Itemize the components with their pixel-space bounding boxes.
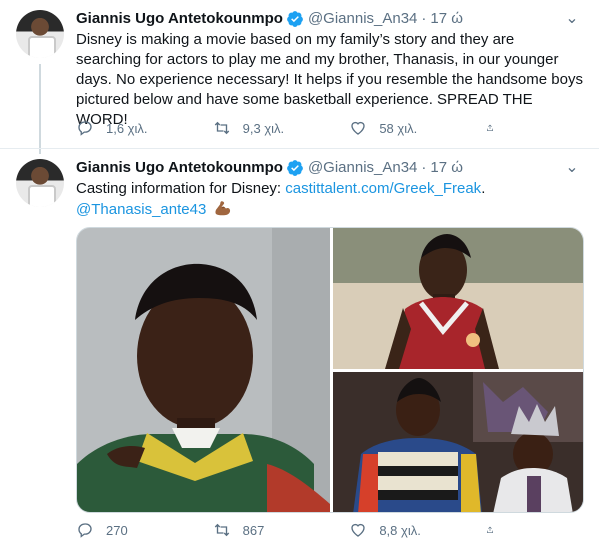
flexed-biceps-icon bbox=[215, 201, 231, 216]
author-name[interactable]: Giannis Ugo Antetokounmpo bbox=[76, 158, 283, 178]
heart-icon bbox=[351, 121, 365, 135]
reply-button[interactable]: 1,6 χιλ. bbox=[76, 119, 186, 137]
reply-button[interactable]: 270 bbox=[76, 521, 186, 539]
portrait-photo bbox=[77, 228, 330, 512]
retweet-icon bbox=[214, 121, 229, 135]
separator-dot: · bbox=[421, 10, 427, 27]
reply-count: 1,6 χιλ. bbox=[106, 120, 148, 136]
photo-basketball-jersey[interactable] bbox=[333, 228, 583, 369]
share-icon bbox=[487, 124, 493, 131]
casting-link[interactable]: castittalent.com/Greek_Freak bbox=[285, 180, 481, 197]
photo-young-giannis[interactable] bbox=[77, 228, 330, 512]
tweet-text-suffix: . bbox=[481, 180, 486, 197]
tweet[interactable]: Giannis Ugo Antetokounmpo @Giannis_An34 … bbox=[0, 0, 599, 154]
reply-count: 270 bbox=[106, 522, 128, 538]
retweet-button[interactable]: 9,3 χιλ. bbox=[213, 119, 323, 137]
retweet-button[interactable]: 867 bbox=[213, 521, 323, 539]
author-name[interactable]: Giannis Ugo Antetokounmpo bbox=[76, 9, 283, 29]
avatar[interactable] bbox=[16, 159, 64, 207]
like-button[interactable]: 58 χιλ. bbox=[349, 119, 459, 137]
reply-icon bbox=[78, 121, 92, 136]
tweet-text-prefix: Casting information for Disney: bbox=[76, 180, 286, 197]
share-button[interactable] bbox=[486, 521, 506, 539]
share-icon bbox=[487, 526, 493, 533]
author-handle[interactable]: @Giannis_An34 bbox=[308, 9, 417, 29]
basketball-photo bbox=[333, 228, 583, 369]
avatar[interactable] bbox=[16, 10, 64, 58]
author-handle[interactable]: @Giannis_An34 bbox=[308, 158, 417, 178]
heart-icon bbox=[351, 523, 365, 537]
more-options-icon[interactable]: ⌄ bbox=[563, 9, 581, 29]
like-count: 8,8 χιλ. bbox=[379, 522, 421, 538]
tweet-actions: 270 867 8,8 χιλ. bbox=[76, 521, 506, 539]
like-count: 58 χιλ. bbox=[379, 120, 418, 136]
reply-icon bbox=[78, 523, 92, 538]
thread-connector bbox=[39, 64, 41, 154]
tweet-header: Giannis Ugo Antetokounmpo @Giannis_An34 … bbox=[76, 9, 583, 29]
mention-link[interactable]: @Thanasis_ante43 bbox=[76, 201, 206, 218]
more-options-icon[interactable]: ⌄ bbox=[563, 158, 581, 178]
verified-badge-icon bbox=[287, 160, 303, 176]
photo-grid bbox=[76, 227, 584, 513]
brothers-photo bbox=[333, 372, 583, 512]
verified-badge-icon bbox=[287, 11, 303, 27]
tweet-text: Casting information for Disney: castitta… bbox=[76, 179, 583, 220]
retweet-icon bbox=[214, 523, 229, 537]
tweet-actions: 1,6 χιλ. 9,3 χιλ. 58 χιλ. bbox=[76, 119, 506, 137]
like-button[interactable]: 8,8 χιλ. bbox=[349, 521, 459, 539]
retweet-count: 9,3 χιλ. bbox=[242, 120, 285, 136]
share-button[interactable] bbox=[486, 119, 506, 137]
photo-brothers[interactable] bbox=[333, 372, 583, 512]
tweet-body: Giannis Ugo Antetokounmpo @Giannis_An34 … bbox=[76, 9, 583, 130]
retweet-count: 867 bbox=[242, 522, 265, 538]
tweet-timestamp[interactable]: 17 ώ bbox=[430, 158, 463, 178]
tweet-text: Disney is making a movie based on my fam… bbox=[76, 31, 583, 128]
tweet-body: Giannis Ugo Antetokounmpo @Giannis_An34 … bbox=[76, 158, 583, 220]
tweet[interactable]: Giannis Ugo Antetokounmpo @Giannis_An34 … bbox=[0, 148, 599, 553]
tweet-timestamp[interactable]: 17 ώ bbox=[430, 9, 463, 29]
tweet-header: Giannis Ugo Antetokounmpo @Giannis_An34 … bbox=[76, 158, 583, 178]
separator-dot: · bbox=[421, 159, 427, 176]
